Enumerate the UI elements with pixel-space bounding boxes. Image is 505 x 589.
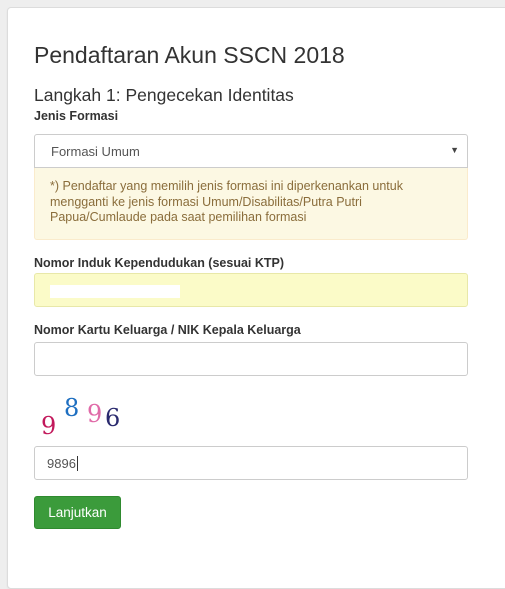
nik-field[interactable]: [34, 273, 468, 307]
nik-label: Nomor Induk Kependudukan (sesuai KTP): [34, 256, 285, 270]
captcha-image: 9 8 9 6: [41, 394, 141, 446]
formasi-label: Jenis Formasi: [34, 109, 119, 123]
kk-field[interactable]: [34, 342, 468, 376]
formasi-select[interactable]: Formasi Umum ▼: [34, 134, 468, 168]
chevron-down-icon: ▼: [450, 145, 459, 155]
nik-redaction: [50, 285, 180, 298]
kk-label: Nomor Kartu Keluarga / NIK Kepala Keluar…: [34, 323, 301, 337]
captcha-digit: 6: [105, 404, 121, 432]
page-title: Pendaftaran Akun SSCN 2018: [34, 42, 345, 68]
registration-panel: Pendaftaran Akun SSCN 2018 Langkah 1: Pe…: [7, 7, 505, 589]
captcha-digit: 8: [64, 394, 80, 422]
continue-button[interactable]: Lanjutkan: [34, 496, 121, 529]
formasi-note: *) Pendaftar yang memilih jenis formasi …: [34, 168, 468, 240]
captcha-digit: 9: [41, 412, 57, 440]
captcha-input-value: 9896: [47, 455, 76, 471]
captcha-input[interactable]: 9896: [34, 446, 468, 480]
formasi-selected-value: Formasi Umum: [51, 143, 140, 159]
step-title: Langkah 1: Pengecekan Identitas: [34, 85, 294, 105]
text-cursor: [76, 455, 78, 471]
captcha-digit: 9: [87, 400, 103, 428]
